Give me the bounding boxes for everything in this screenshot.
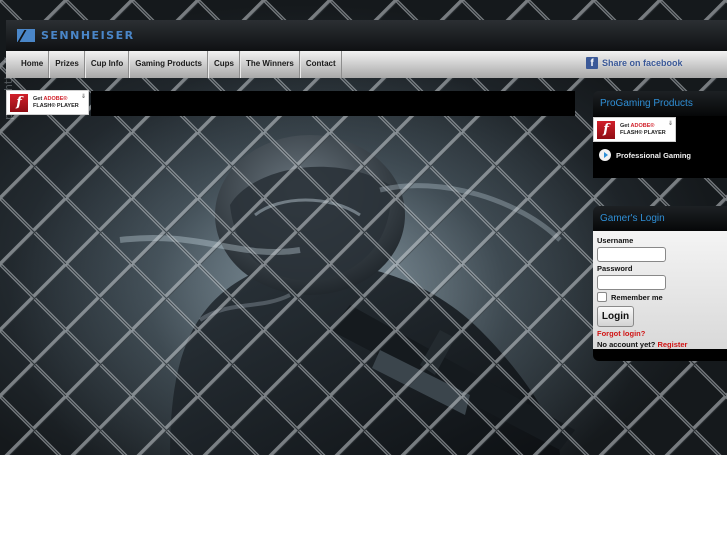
professional-gaming-label: Professional Gaming (616, 150, 692, 160)
nav-the-winners[interactable]: The Winners (239, 51, 300, 78)
flash-get-text: Get (620, 122, 630, 129)
remember-me-row: Remember me (597, 292, 723, 302)
username-field[interactable] (597, 247, 666, 262)
download-arrow-icon: ⇓ (667, 121, 673, 127)
panel-bottom (593, 349, 727, 361)
nav-prizes[interactable]: Prizes (49, 51, 85, 78)
password-label: Password (597, 264, 633, 273)
flash-adobe-text: ADOBE® (630, 122, 655, 129)
login-button[interactable]: Login (597, 306, 634, 327)
password-field[interactable] (597, 275, 666, 290)
login-header: Gamer's Login (593, 206, 727, 231)
forgot-login-link[interactable]: Forgot login? (597, 329, 723, 338)
nav-contact[interactable]: Contact (299, 51, 342, 78)
remember-me-label: Remember me (611, 292, 663, 302)
nav-gaming-products[interactable]: Gaming Products (129, 51, 208, 78)
nav-home[interactable]: Home (16, 51, 50, 78)
remember-me-checkbox[interactable] (597, 292, 607, 302)
flash-adobe-text: ADOBE® (43, 95, 68, 102)
logo-text: SENNHEISER (41, 29, 135, 42)
flash-placeholder-bar (91, 91, 575, 116)
flash-player-text: FLASH® PLAYER (620, 129, 666, 136)
get-flash-player-badge-sidebar[interactable]: f Get ADOBE® FLASH® PLAYER ⇓ (593, 117, 676, 142)
right-sidebar: ProGaming Products f Get ADOBE® FLASH® P… (593, 91, 727, 361)
nav-cups[interactable]: Cups (207, 51, 240, 78)
register-link[interactable]: Register (657, 340, 687, 349)
login-form: Username Password Remember me Login Forg… (593, 231, 727, 349)
professional-gaming-link[interactable]: Professional Gaming (599, 149, 691, 161)
facebook-share-label: Share on facebook (602, 58, 683, 68)
facebook-icon: f (586, 57, 598, 69)
flash-icon: f (10, 93, 28, 112)
flash-get-text: Get (33, 95, 43, 102)
play-icon (599, 149, 611, 161)
progaming-box: f Get ADOBE® FLASH® PLAYER ⇓ Professiona… (593, 116, 727, 178)
main-navigation: Home Prizes Cup Info Gaming Products Cup… (6, 51, 727, 78)
progaming-header: ProGaming Products (593, 91, 727, 116)
sennheiser-logo-icon (17, 29, 35, 42)
username-label: Username (597, 236, 634, 245)
no-account-text: No account yet? Register (597, 340, 723, 349)
facebook-share-link[interactable]: f Share on facebook (586, 57, 683, 69)
no-account-label: No account yet? (597, 340, 656, 349)
download-arrow-icon: ⇓ (80, 94, 86, 100)
nav-cup-info[interactable]: Cup Info (84, 51, 130, 78)
site-header: SENNHEISER (6, 20, 727, 51)
sennheiser-logo[interactable]: SENNHEISER (17, 29, 135, 42)
flash-icon: f (597, 120, 615, 139)
flash-player-text: FLASH® PLAYER (33, 102, 79, 109)
get-flash-player-badge[interactable]: f Get ADOBE® FLASH® PLAYER ⇓ (6, 90, 89, 115)
